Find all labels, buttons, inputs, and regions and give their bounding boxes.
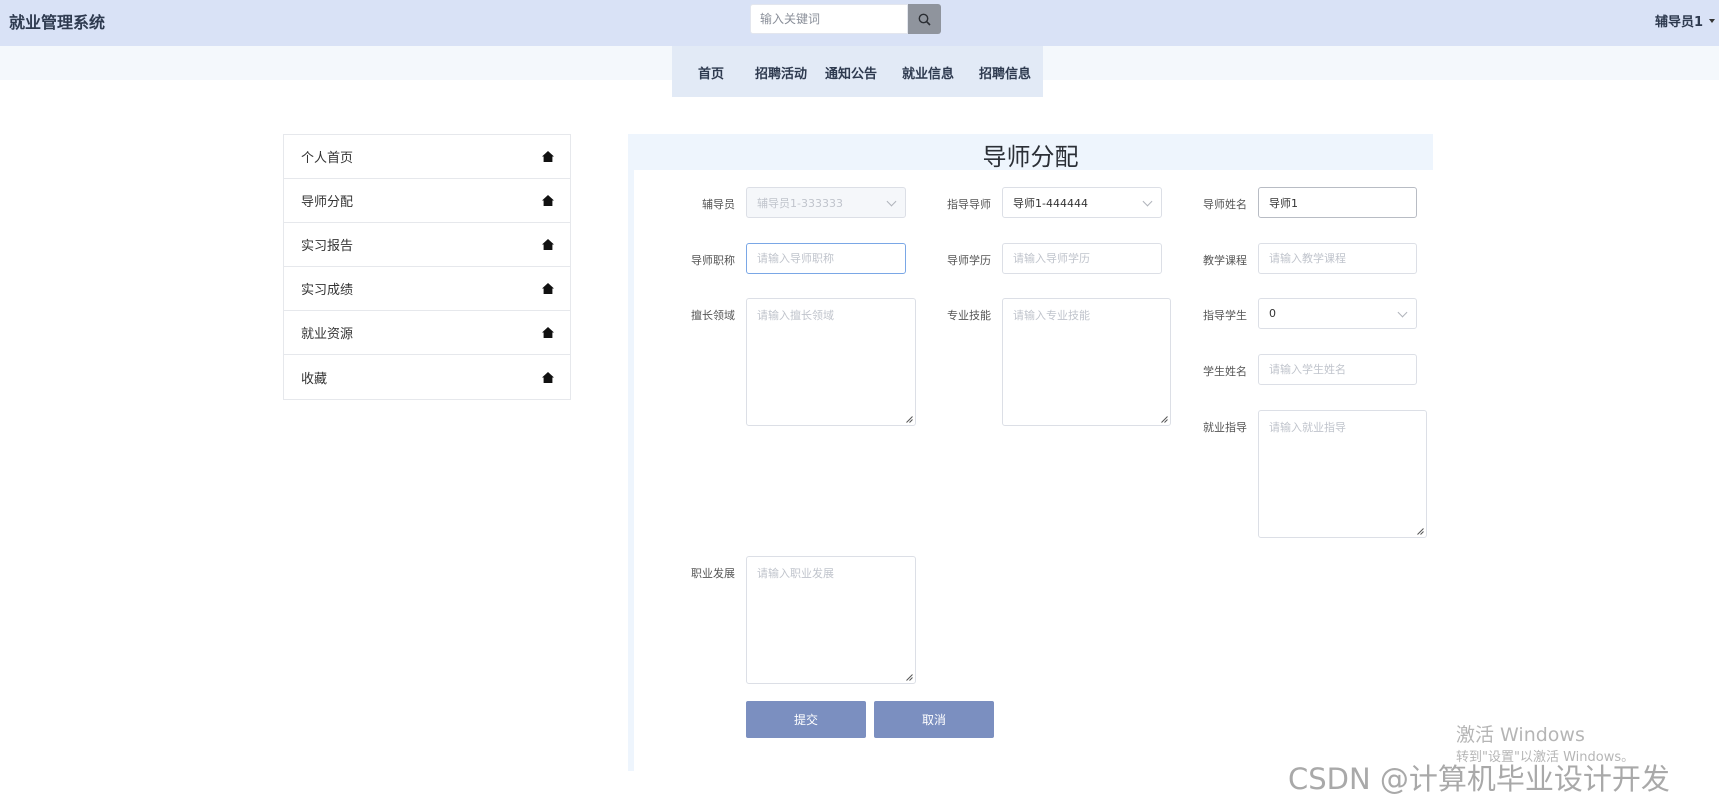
student-label: 指导学生 (1203, 309, 1247, 322)
chevron-down-icon (1142, 196, 1153, 206)
student-select[interactable]: 0 (1258, 298, 1417, 329)
search-icon (918, 13, 931, 26)
sidebar-item-label: 导师分配 (301, 195, 354, 210)
resize-handle-icon[interactable] (1161, 416, 1168, 423)
user-menu[interactable]: 辅导员1 (1655, 11, 1716, 30)
counselor-select[interactable]: 辅导员1-333333 (746, 187, 906, 218)
expertise-textarea[interactable] (747, 299, 915, 425)
nav-employment-info[interactable]: 就业信息 (902, 63, 954, 82)
career-guidance-field[interactable] (1258, 410, 1427, 538)
page-title: 导师分配 (982, 143, 1079, 171)
csdn-watermark: CSDN @计算机毕业设计开发 (1288, 762, 1670, 796)
career-dev-field[interactable] (746, 556, 916, 684)
home-icon (542, 283, 554, 294)
sidebar-item-label: 个人首页 (301, 151, 354, 166)
sidebar-item-profile[interactable]: 个人首页 (284, 135, 570, 179)
student-name-input[interactable] (1259, 355, 1416, 384)
resize-handle-icon[interactable] (1417, 528, 1424, 535)
home-icon (542, 371, 554, 383)
caret-down-icon (1709, 18, 1716, 23)
resize-handle-icon[interactable] (906, 674, 913, 681)
sidebar-item-label: 实习成绩 (301, 283, 354, 298)
nav-notices[interactable]: 通知公告 (825, 63, 877, 82)
student-name-field[interactable] (1258, 354, 1417, 385)
home-icon (542, 151, 554, 162)
app-brand: 就业管理系统 (9, 13, 106, 32)
counselor-value: 辅导员1-333333 (757, 196, 843, 210)
home-icon (542, 239, 554, 250)
career-guidance-textarea[interactable] (1259, 411, 1426, 537)
student-value: 0 (1269, 307, 1276, 320)
expertise-field[interactable] (746, 298, 916, 426)
windows-activation-title: 激活 Windows (1456, 724, 1585, 746)
advisor-degree-field[interactable] (1002, 243, 1162, 274)
career-dev-label: 职业发展 (691, 567, 735, 580)
skills-label: 专业技能 (947, 309, 991, 322)
nav-recruitment-events[interactable]: 招聘活动 (755, 63, 807, 82)
home-icon (542, 195, 554, 206)
career-guidance-label: 就业指导 (1203, 421, 1247, 434)
sidebar-item-internship-grades[interactable]: 实习成绩 (284, 267, 570, 311)
cancel-button[interactable]: 取消 (874, 701, 994, 738)
home-icon (542, 327, 554, 338)
advisor-degree-input[interactable] (1003, 244, 1161, 273)
skills-field[interactable] (1002, 298, 1171, 426)
advisor-label: 指导导师 (947, 198, 991, 211)
submit-button[interactable]: 提交 (746, 701, 866, 738)
panel-left-strip (628, 134, 634, 771)
nav-home[interactable]: 首页 (698, 63, 724, 82)
advisor-title-label: 导师职称 (691, 254, 735, 267)
nav-job-info[interactable]: 招聘信息 (979, 63, 1031, 82)
user-name: 辅导员1 (1655, 15, 1704, 30)
course-field[interactable] (1258, 243, 1417, 274)
expertise-label: 擅长领域 (691, 309, 735, 322)
counselor-label: 辅导员 (702, 198, 735, 211)
advisor-title-input[interactable] (747, 244, 905, 273)
chevron-down-icon (886, 196, 897, 206)
main-nav: 首页 招聘活动 通知公告 就业信息 招聘信息 (672, 46, 1043, 97)
advisor-degree-label: 导师学历 (947, 254, 991, 267)
resize-handle-icon[interactable] (906, 416, 913, 423)
skills-textarea[interactable] (1003, 299, 1170, 425)
course-label: 教学课程 (1203, 254, 1247, 267)
chevron-down-icon (1397, 307, 1408, 317)
panel-header: 导师分配 (628, 134, 1433, 171)
advisor-select[interactable]: 导师1-444444 (1002, 187, 1162, 218)
sidebar-item-employment-resources[interactable]: 就业资源 (284, 311, 570, 355)
advisor-value: 导师1-444444 (1013, 196, 1088, 210)
sidebar-item-label: 实习报告 (301, 239, 354, 254)
search-field[interactable] (750, 4, 908, 34)
course-input[interactable] (1259, 244, 1416, 273)
search-input[interactable] (751, 5, 900, 33)
student-name-label: 学生姓名 (1203, 365, 1247, 378)
advisor-title-field[interactable] (746, 243, 906, 274)
sidebar-item-advisor-assignment[interactable]: 导师分配 (284, 179, 570, 223)
sidebar-menu: 个人首页 导师分配 实习报告 实习成绩 就业资源 收藏 (283, 134, 571, 400)
sidebar-item-internship-report[interactable]: 实习报告 (284, 223, 570, 267)
search-button[interactable] (908, 4, 941, 34)
career-dev-textarea[interactable] (747, 557, 915, 683)
sidebar-item-label: 收藏 (301, 371, 328, 387)
sidebar-item-favorites[interactable]: 收藏 (284, 355, 570, 399)
sidebar-item-label: 就业资源 (301, 327, 354, 342)
advisor-name-field[interactable] (1258, 187, 1417, 218)
advisor-name-label: 导师姓名 (1203, 198, 1247, 211)
advisor-name-input[interactable] (1259, 188, 1416, 217)
